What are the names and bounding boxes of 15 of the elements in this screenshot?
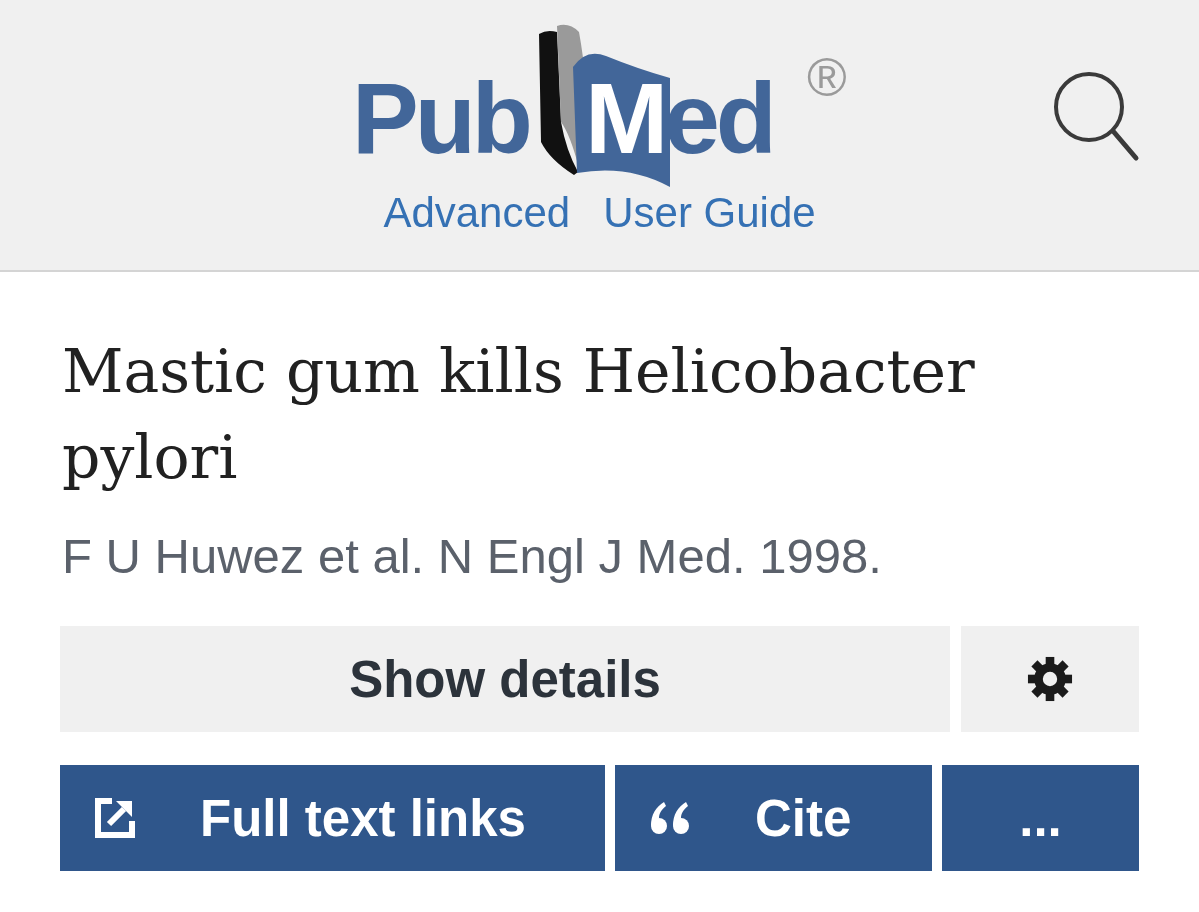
show-details-button[interactable]: Show details [60, 626, 950, 732]
registered-mark: ® [806, 50, 847, 104]
search-icon[interactable] [1052, 70, 1140, 162]
settings-button[interactable] [961, 626, 1139, 732]
full-text-links-button[interactable]: Full text links [60, 765, 605, 871]
nav-link[interactable]: Advanced [383, 188, 571, 238]
external-link-icon [95, 798, 135, 838]
gear-icon [1027, 656, 1073, 702]
nav-link[interactable]: User Guide [603, 188, 816, 238]
more-button[interactable]: ... [942, 765, 1139, 871]
cite-button[interactable]: Cite [615, 765, 932, 871]
article-title: Mastic gum kills Helicobacter pylori [62, 335, 976, 494]
logo-text: Pub [352, 68, 529, 168]
citation-byline: F U Huwez et al. N Engl J Med. 1998. [62, 528, 883, 585]
quote-icon [650, 800, 690, 836]
